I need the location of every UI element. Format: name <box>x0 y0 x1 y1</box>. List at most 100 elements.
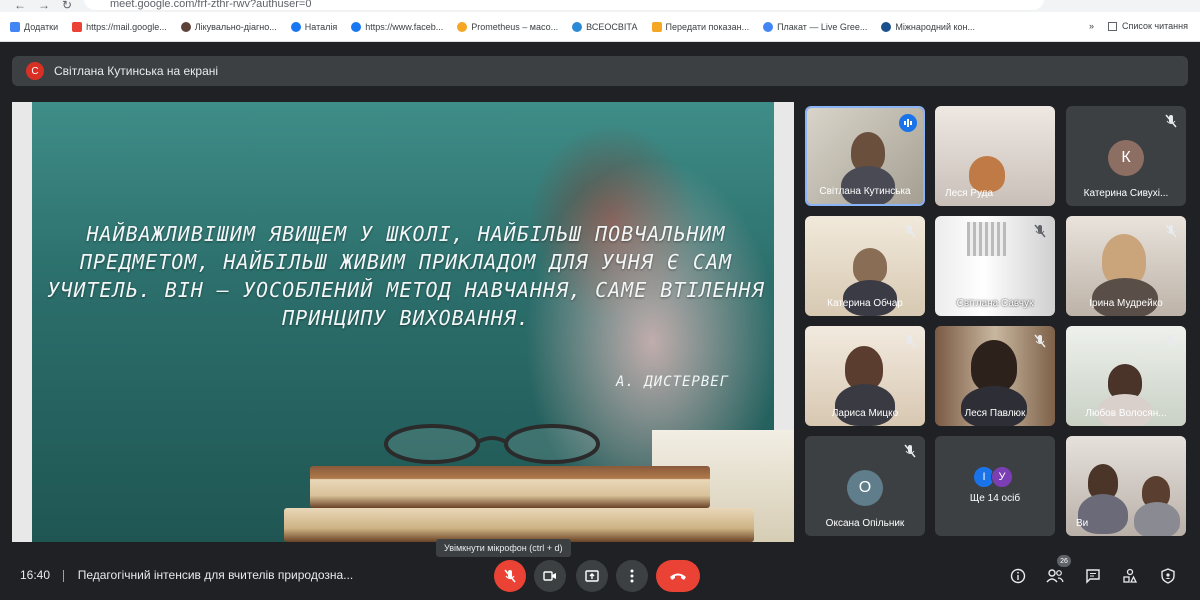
vseosvita-icon <box>572 21 583 32</box>
chat-icon <box>1086 569 1100 584</box>
participant-name: Катерина Обчар <box>827 298 903 309</box>
microphone-button[interactable] <box>494 560 526 592</box>
mic-off-icon <box>904 334 916 348</box>
bookmark-poster[interactable]: Плакат — Live Gree... <box>763 21 867 32</box>
slide-author: А. ДИСТЕРВЕГ <box>616 374 730 390</box>
speaking-icon <box>899 114 917 132</box>
presenter-avatar: С <box>26 62 44 80</box>
bookmark-conference[interactable]: Міжнародний кон... <box>881 21 975 32</box>
more-options-button[interactable] <box>616 560 648 592</box>
participant-tile-larysa-mytsko[interactable]: Лариса Мицко <box>805 326 925 426</box>
participant-tile-kateryna-syvukh[interactable]: К Катерина Сивухі... <box>1066 106 1186 206</box>
participant-name: Ви <box>1076 518 1089 529</box>
browser-toolbar: ← → ↻ meet.google.com/frf-zthr-rwv?authu… <box>0 0 1200 12</box>
camera-button[interactable] <box>534 560 566 592</box>
book-top <box>310 466 710 508</box>
host-controls-button[interactable] <box>1158 566 1178 586</box>
hang-up-icon <box>670 573 686 580</box>
more-avatars-group: І У <box>973 466 1013 488</box>
present-screen-icon <box>585 570 599 582</box>
people-icon <box>1046 569 1064 583</box>
participant-name: Любов Волосян... <box>1085 408 1167 419</box>
participant-tile-svitlana-savchuk[interactable]: Світлана Савчук <box>935 216 1055 316</box>
facebook-icon <box>351 21 362 32</box>
mic-off-icon <box>504 569 516 583</box>
participant-tile-more-people[interactable]: І У Ще 14 осіб <box>935 436 1055 536</box>
more-vertical-icon <box>630 569 634 583</box>
meter-icon <box>651 21 662 32</box>
participant-name: Оксана Опільник <box>825 518 905 529</box>
meeting-info-button[interactable] <box>1008 566 1028 586</box>
activities-button[interactable] <box>1120 566 1140 586</box>
divider <box>63 569 65 582</box>
participant-tile-you[interactable]: Ви <box>1066 436 1186 536</box>
leave-call-button[interactable] <box>656 560 700 592</box>
mic-off-icon <box>1165 114 1177 128</box>
participant-avatar: К <box>1108 140 1144 176</box>
bookmark-vseosvita[interactable]: ВСЕОСВІТА <box>572 21 638 32</box>
shield-icon <box>1161 568 1175 584</box>
participant-name: Леся Павлюк <box>964 408 1026 419</box>
window-shape <box>967 222 1007 256</box>
participant-figure <box>971 340 1017 392</box>
bookmark-meter[interactable]: Передати показан... <box>651 21 749 32</box>
chat-button[interactable] <box>1083 566 1103 586</box>
poster-icon <box>763 21 774 32</box>
participant-avatar: О <box>847 470 883 506</box>
participant-name: Лариса Мицко <box>831 408 899 419</box>
presenting-text: Світлана Кутинська на екрані <box>54 64 219 78</box>
people-button[interactable] <box>1045 566 1065 586</box>
mic-off-icon <box>1034 334 1046 348</box>
participant-tile-kateryna-obchar[interactable]: Катерина Обчар <box>805 216 925 316</box>
mic-off-icon <box>1165 224 1177 238</box>
more-bookmarks-icon[interactable]: » <box>1089 21 1094 31</box>
bookmark-gmail[interactable]: https://mail.google... <box>72 21 167 32</box>
mic-off-icon <box>1034 224 1046 238</box>
participant-tile-iryna-mudreiko[interactable]: Ірина Мудрейко <box>1066 216 1186 316</box>
participant-name: Світлана Савчук <box>956 298 1034 309</box>
conference-icon <box>881 21 892 32</box>
participant-name: Леся Руда <box>945 188 994 199</box>
bookmark-facebook[interactable]: https://www.faceb... <box>351 21 443 32</box>
apps-icon <box>10 21 20 32</box>
bookmark-natalia[interactable]: Наталія <box>290 21 337 32</box>
info-icon <box>1010 568 1026 584</box>
people-count-badge: 26 <box>1057 555 1071 567</box>
present-button[interactable] <box>576 560 608 592</box>
meeting-title: Педагогічний інтенсив для вчителів приро… <box>77 568 354 582</box>
camera-icon <box>543 571 556 581</box>
participant-name: Ще 14 осіб <box>969 493 1021 504</box>
prometheus-icon <box>457 21 468 32</box>
activities-icon <box>1123 568 1138 583</box>
back-icon[interactable]: ← <box>14 0 26 12</box>
more-avatar-u: У <box>991 466 1013 488</box>
glasses-icon <box>384 424 600 464</box>
mic-off-icon <box>1165 334 1177 348</box>
meeting-details: 16:40 Педагогічний інтенсив для вчителів… <box>20 568 353 582</box>
bookmark-prometheus[interactable]: Prometheus – масо... <box>457 21 558 32</box>
participant-figure <box>853 248 887 284</box>
participant-body <box>835 384 895 426</box>
bookmark-apps[interactable]: Додатки <box>10 21 58 32</box>
book-bottom <box>284 508 754 542</box>
participant-tile-lesia-ruda[interactable]: Леся Руда <box>935 106 1055 206</box>
gmail-icon <box>72 21 83 32</box>
heart-icon <box>180 21 191 32</box>
reading-list[interactable]: » Список читання <box>1089 21 1188 31</box>
facebook-icon <box>290 21 301 32</box>
reading-list-icon <box>1107 21 1117 31</box>
mic-off-icon <box>904 224 916 238</box>
participant-tile-svitlana-kutynska[interactable]: Світлана Кутинська <box>805 106 925 206</box>
participant-tile-oksana-opilnyk[interactable]: О Оксана Опільник <box>805 436 925 536</box>
bookmark-clinic[interactable]: Лікувально-діагно... <box>180 21 277 32</box>
mic-off-icon <box>904 444 916 458</box>
participant-name: Катерина Сивухі... <box>1083 188 1169 199</box>
reload-icon[interactable]: ↻ <box>62 0 72 12</box>
forward-icon[interactable]: → <box>38 0 50 12</box>
bookmarks-bar: Додатки https://mail.google... Лікувальн… <box>0 12 1200 42</box>
participant-tile-liubov-volosian[interactable]: Любов Волосян... <box>1066 326 1186 426</box>
address-url[interactable]: meet.google.com/frf-zthr-rwv?authuser=0 <box>110 0 311 10</box>
meeting-time: 16:40 <box>20 568 51 582</box>
participant-tile-lesia-pavliuk[interactable]: Леся Павлюк <box>935 326 1055 426</box>
participant-name: Світлана Кутинська <box>819 186 911 197</box>
